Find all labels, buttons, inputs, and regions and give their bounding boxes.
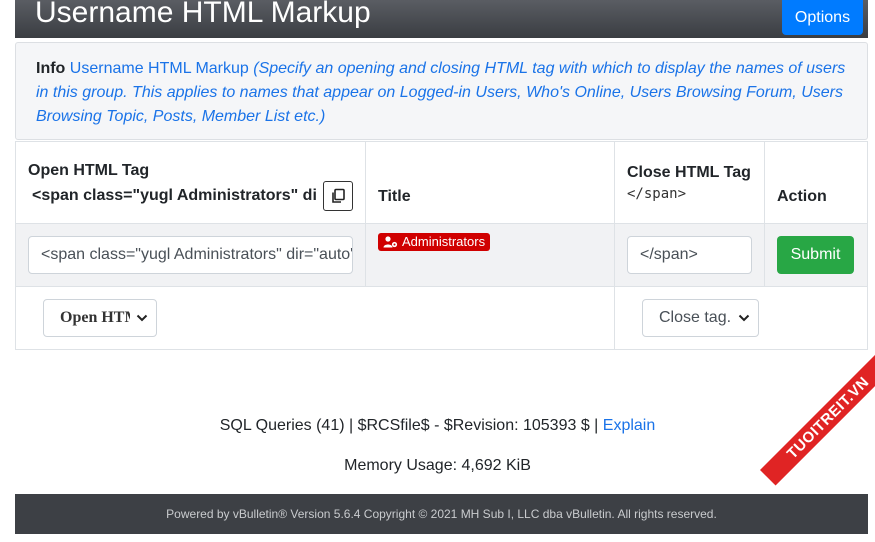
page-header: Username HTML Markup Options — [15, 0, 868, 38]
explain-link[interactable]: Explain — [603, 417, 655, 434]
copy-icon — [332, 188, 345, 203]
close-tag-header-label: Close HTML Tag — [627, 163, 751, 181]
action-header: Action — [764, 141, 868, 224]
title-header: Title — [365, 141, 615, 224]
close-tag-select-value: Close tag... — [659, 309, 731, 326]
title-cell: Administrators — [365, 223, 615, 287]
open-tag-cell: <span class="yugl Administrators" dir="a… — [15, 223, 366, 287]
close-select-cell: Close tag... — [614, 286, 868, 350]
submit-button[interactable]: Submit — [777, 236, 854, 274]
table-row: <span class="yugl Administrators" dir="a… — [15, 223, 868, 287]
open-tag-preview: <span class="yugl Administrators" dir="a… — [32, 187, 316, 204]
copy-button[interactable] — [323, 181, 353, 211]
open-tag-select[interactable]: Open HTML — [43, 299, 157, 337]
memory-usage: Memory Usage: 4,692 KiB — [344, 457, 531, 474]
info-label: Info — [36, 60, 66, 77]
close-tag-header: Close HTML Tag </span> — [614, 141, 765, 224]
sql-info: SQL Queries (41) | $RCSfile$ - $Revision… — [0, 417, 875, 435]
copyright-text: Powered by vBulletin® Version 5.6.4 Copy… — [166, 507, 717, 521]
action-cell: Submit — [764, 223, 868, 287]
close-tag-cell: </span> — [614, 223, 765, 287]
title-header-label: Title — [378, 187, 411, 205]
open-tag-select-value: Open HTML — [60, 309, 130, 326]
copyright-bar: Powered by vBulletin® Version 5.6.4 Copy… — [15, 494, 868, 534]
open-select-cell: Open HTML — [15, 286, 615, 350]
info-setting-name: Username HTML Markup — [69, 60, 249, 77]
selector-row: Open HTML Close tag... — [15, 286, 868, 350]
close-tag-select[interactable]: Close tag... — [642, 299, 759, 337]
chevron-down-icon — [738, 311, 750, 325]
open-tag-header-label: Open HTML Tag — [28, 162, 150, 179]
user-cog-icon — [383, 236, 398, 248]
close-tag-input[interactable]: </span> — [627, 236, 752, 274]
open-tag-input[interactable]: <span class="yugl Administrators" dir="a… — [28, 236, 353, 274]
action-header-label: Action — [777, 187, 827, 205]
markup-table: Open HTML Tag <span class="yugl Administ… — [15, 141, 868, 350]
status-badge-label: Administrators — [402, 234, 486, 250]
info-box: Info Username HTML Markup (Specify an op… — [15, 42, 868, 140]
close-tag-preview: </span> — [627, 185, 687, 202]
sql-info-text: SQL Queries (41) | $RCSfile$ - $Revision… — [219, 417, 603, 434]
open-tag-header: Open HTML Tag <span class="yugl Administ… — [15, 141, 366, 224]
options-button[interactable]: Options — [782, 0, 863, 35]
chevron-down-icon — [136, 311, 148, 326]
status-badge: Administrators — [378, 233, 491, 252]
page-title: Username HTML Markup — [35, 0, 371, 29]
